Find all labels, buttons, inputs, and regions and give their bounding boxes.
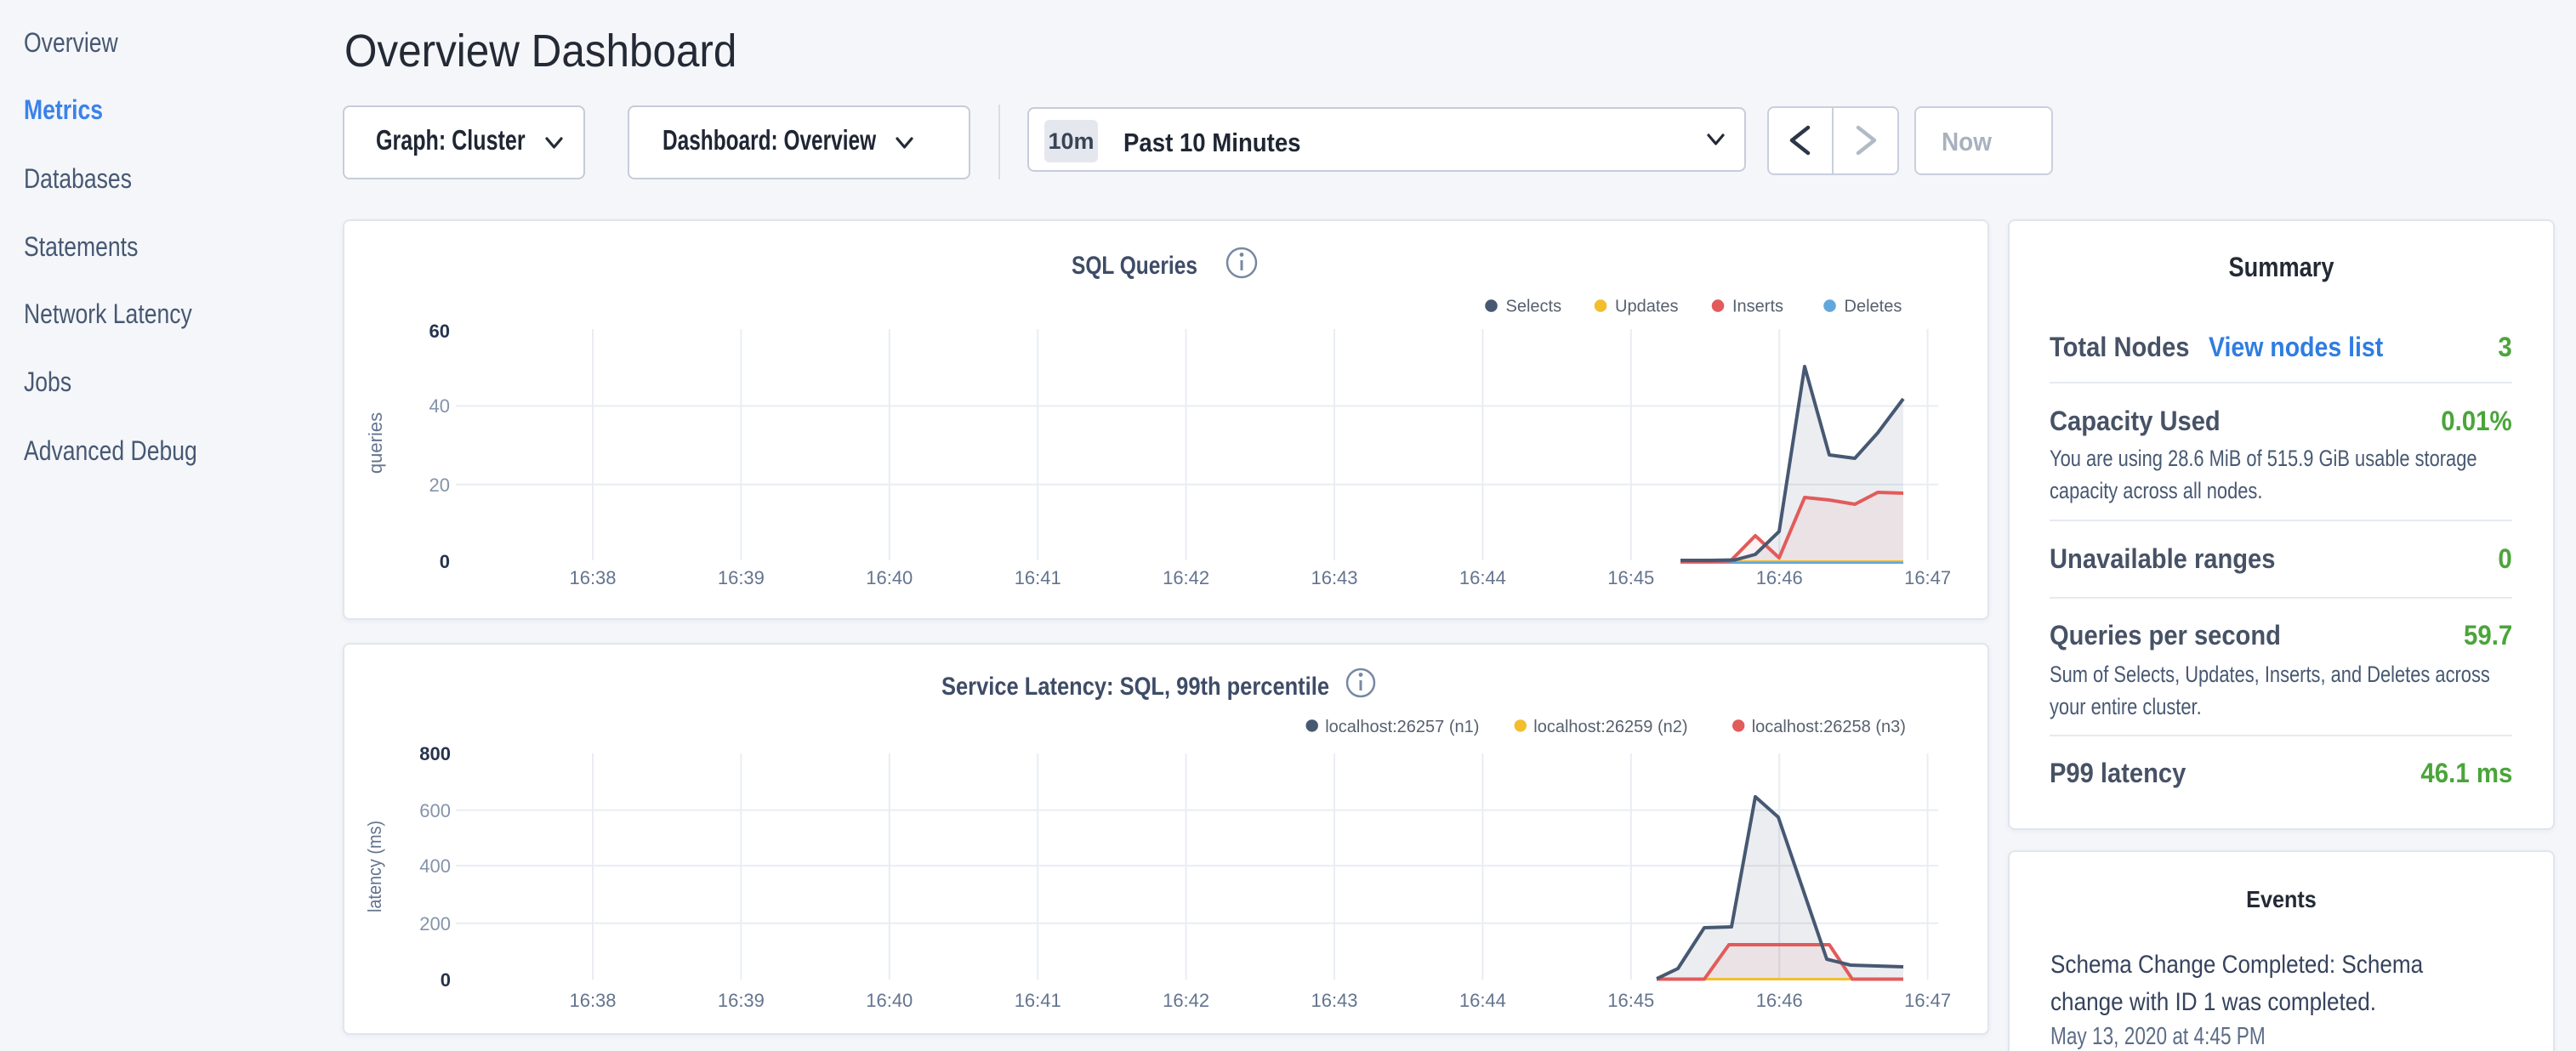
svg-text:localhost:26258 (n3): localhost:26258 (n3) <box>1752 718 1906 736</box>
svg-text:Service Latency: SQL, 99th per: Service Latency: SQL, 99th percentile <box>941 673 1329 701</box>
svg-text:400: 400 <box>419 855 451 877</box>
svg-text:0: 0 <box>441 969 451 991</box>
svg-text:16:43: 16:43 <box>1311 567 1358 588</box>
svg-text:latency (ms): latency (ms) <box>364 821 385 912</box>
svg-text:40: 40 <box>429 395 450 417</box>
svg-text:16:42: 16:42 <box>1163 567 1209 588</box>
svg-text:Updates: Updates <box>1615 298 1679 316</box>
svg-text:0: 0 <box>440 551 450 572</box>
svg-text:60: 60 <box>429 321 450 342</box>
svg-text:Selects: Selects <box>1506 298 1562 316</box>
svg-text:600: 600 <box>419 800 451 821</box>
svg-text:16:38: 16:38 <box>570 990 617 1011</box>
svg-text:16:41: 16:41 <box>1015 567 1061 588</box>
svg-text:16:43: 16:43 <box>1311 990 1358 1011</box>
svg-text:16:40: 16:40 <box>866 567 913 588</box>
svg-text:SQL Queries: SQL Queries <box>1072 252 1197 280</box>
svg-text:16:45: 16:45 <box>1607 567 1654 588</box>
svg-text:16:47: 16:47 <box>1904 567 1951 588</box>
svg-text:20: 20 <box>429 474 450 496</box>
svg-text:queries: queries <box>365 412 386 474</box>
svg-text:16:40: 16:40 <box>866 990 913 1011</box>
svg-text:16:44: 16:44 <box>1459 990 1506 1011</box>
svg-text:16:47: 16:47 <box>1904 990 1951 1011</box>
svg-text:16:44: 16:44 <box>1459 567 1506 588</box>
svg-text:16:41: 16:41 <box>1015 990 1061 1011</box>
svg-text:16:38: 16:38 <box>570 567 617 588</box>
svg-text:16:39: 16:39 <box>718 990 765 1011</box>
svg-text:200: 200 <box>419 913 451 935</box>
svg-text:800: 800 <box>419 743 451 764</box>
svg-text:Deletes: Deletes <box>1845 298 1902 316</box>
svg-text:localhost:26257 (n1): localhost:26257 (n1) <box>1325 718 1479 736</box>
svg-text:16:39: 16:39 <box>718 567 765 588</box>
svg-text:16:46: 16:46 <box>1756 990 1803 1011</box>
svg-text:16:42: 16:42 <box>1163 990 1209 1011</box>
svg-text:Inserts: Inserts <box>1732 298 1783 316</box>
svg-text:localhost:26259 (n2): localhost:26259 (n2) <box>1533 718 1687 736</box>
svg-text:16:45: 16:45 <box>1607 990 1654 1011</box>
svg-text:16:46: 16:46 <box>1756 567 1803 588</box>
